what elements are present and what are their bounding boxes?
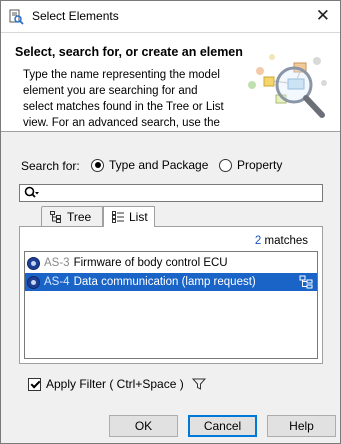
item-name: Data communication (lamp request) — [73, 276, 256, 288]
match-count-suffix: matches — [264, 235, 308, 247]
radio-property[interactable]: Property — [219, 158, 282, 172]
list-item-selected[interactable]: AS-4 Data communication (lamp request) — [25, 273, 317, 291]
show-in-tree-icon[interactable] — [299, 275, 313, 289]
item-name: Firmware of body control ECU — [73, 257, 228, 269]
apply-filter-label: Apply Filter ( Ctrl+Space ) — [46, 377, 184, 391]
radio-button-unchecked[interactable] — [219, 158, 232, 172]
radio-label-type-and-package: Type and Package — [109, 158, 209, 172]
apply-filter-toggle[interactable]: Apply Filter ( Ctrl+Space ) — [28, 377, 206, 391]
dialog-header: Select, search for, or create an elemen … — [1, 32, 340, 132]
list-item[interactable]: AS-3 Firmware of body control ECU — [25, 254, 317, 272]
tab-tree-label: Tree — [67, 209, 92, 224]
ok-button[interactable]: OK — [109, 415, 178, 437]
results-list[interactable]: AS-3 Firmware of body control ECU AS-4 D… — [24, 251, 318, 359]
cancel-button[interactable]: Cancel — [188, 415, 257, 437]
tab-list-label: List — [129, 210, 148, 224]
help-button[interactable]: Help — [267, 415, 336, 437]
radio-label-property: Property — [237, 158, 283, 172]
requirement-icon — [27, 275, 40, 289]
title-bar: Select Elements ✕ — [1, 1, 340, 32]
search-for-label: Search for: — [21, 159, 80, 173]
list-icon — [112, 211, 124, 223]
apply-filter-checkbox[interactable] — [28, 377, 41, 391]
radio-type-and-package[interactable]: Type and Package — [91, 158, 208, 172]
button-bar: OK Cancel Help — [1, 406, 340, 443]
header-description: Type the name representing the model ele… — [23, 69, 224, 129]
item-id: AS-3 — [44, 257, 70, 269]
list-panel: 2 matches AS-3 Firmware of body control … — [19, 226, 323, 364]
tab-list[interactable]: List — [103, 206, 155, 227]
header-title: Select, search for, or create an elemen — [15, 45, 243, 59]
radio-button-checked[interactable] — [91, 158, 104, 172]
item-id: AS-4 — [44, 276, 70, 288]
select-elements-icon — [9, 9, 24, 25]
match-count-number: 2 — [254, 235, 262, 247]
close-icon[interactable]: ✕ — [316, 6, 330, 26]
search-icon[interactable] — [24, 186, 40, 200]
requirement-icon — [27, 256, 40, 270]
search-input[interactable] — [19, 184, 323, 202]
magnifier-diagram-icon — [248, 54, 327, 118]
tab-tree[interactable]: Tree — [41, 206, 103, 226]
window-title: Select Elements — [32, 9, 119, 23]
select-elements-dialog: Select Elements ✕ Select, search for, or… — [0, 0, 341, 444]
tree-icon — [50, 210, 61, 223]
filter-icon[interactable] — [191, 377, 206, 391]
match-count: 2 matches — [255, 235, 308, 247]
